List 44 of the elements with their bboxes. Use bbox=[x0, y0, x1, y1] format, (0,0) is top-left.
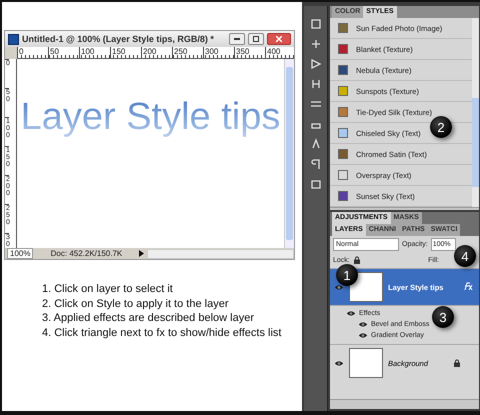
instruction-text: 4. Click triangle next to fx to show/hide effects list bbox=[42, 326, 282, 340]
zoom-field[interactable]: 100% bbox=[7, 248, 34, 259]
instruction-text: 3. Applied effects are described below layer bbox=[42, 311, 255, 326]
close-button[interactable] bbox=[267, 33, 291, 45]
ruler-label: 50 bbox=[48, 47, 79, 58]
arrow-icon[interactable] bbox=[139, 250, 144, 257]
maximize-icon bbox=[253, 36, 259, 42]
instruction-text: 2. Click on Style to apply it to the layer bbox=[42, 296, 230, 311]
lock-icon bbox=[453, 359, 461, 367]
ruler-label: 250 bbox=[172, 47, 203, 58]
tool-icon[interactable] bbox=[310, 18, 322, 30]
tool-icon[interactable] bbox=[310, 38, 322, 50]
close-icon bbox=[276, 36, 282, 42]
maximize-button[interactable] bbox=[248, 33, 264, 45]
ruler-label: 150 bbox=[110, 47, 141, 58]
scrollbar[interactable] bbox=[284, 59, 294, 248]
scrollbar[interactable] bbox=[472, 18, 479, 207]
window-title: Untitled-1 @ 100% (Layer Style tips, RGB/8) * bbox=[22, 34, 215, 44]
ruler-label: 300 bbox=[203, 47, 234, 58]
eye-icon[interactable] bbox=[346, 310, 356, 317]
minimize-icon bbox=[234, 38, 240, 40]
scrollbar[interactable] bbox=[147, 248, 294, 258]
ruler-label: 0 bbox=[17, 47, 48, 58]
ruler-label: 100 bbox=[79, 47, 110, 58]
tool-icon[interactable] bbox=[310, 58, 322, 70]
fx-icon[interactable] bbox=[463, 282, 473, 292]
layer-thumbnail bbox=[349, 272, 383, 302]
document-size: Doc: 452.2K/150.7K bbox=[50, 249, 124, 258]
layer-thumbnail bbox=[349, 348, 383, 378]
app-icon bbox=[8, 34, 19, 44]
lock-icon[interactable] bbox=[352, 256, 361, 264]
tool-icon[interactable] bbox=[310, 78, 322, 90]
tool-icon[interactable] bbox=[310, 138, 322, 150]
eye-icon[interactable] bbox=[358, 332, 368, 339]
tool-icon[interactable] bbox=[310, 178, 322, 190]
minimize-button[interactable] bbox=[229, 33, 245, 45]
ruler-label: 400 bbox=[265, 47, 296, 58]
tool-icon[interactable] bbox=[310, 158, 322, 170]
instruction-text: 1. Click on layer to select it bbox=[42, 282, 174, 296]
eye-icon[interactable] bbox=[358, 321, 368, 328]
visibility-icon[interactable] bbox=[334, 360, 344, 366]
ruler-label: 350 bbox=[234, 47, 265, 58]
ruler-label: 200 bbox=[141, 47, 172, 58]
visibility-icon[interactable] bbox=[334, 284, 344, 290]
